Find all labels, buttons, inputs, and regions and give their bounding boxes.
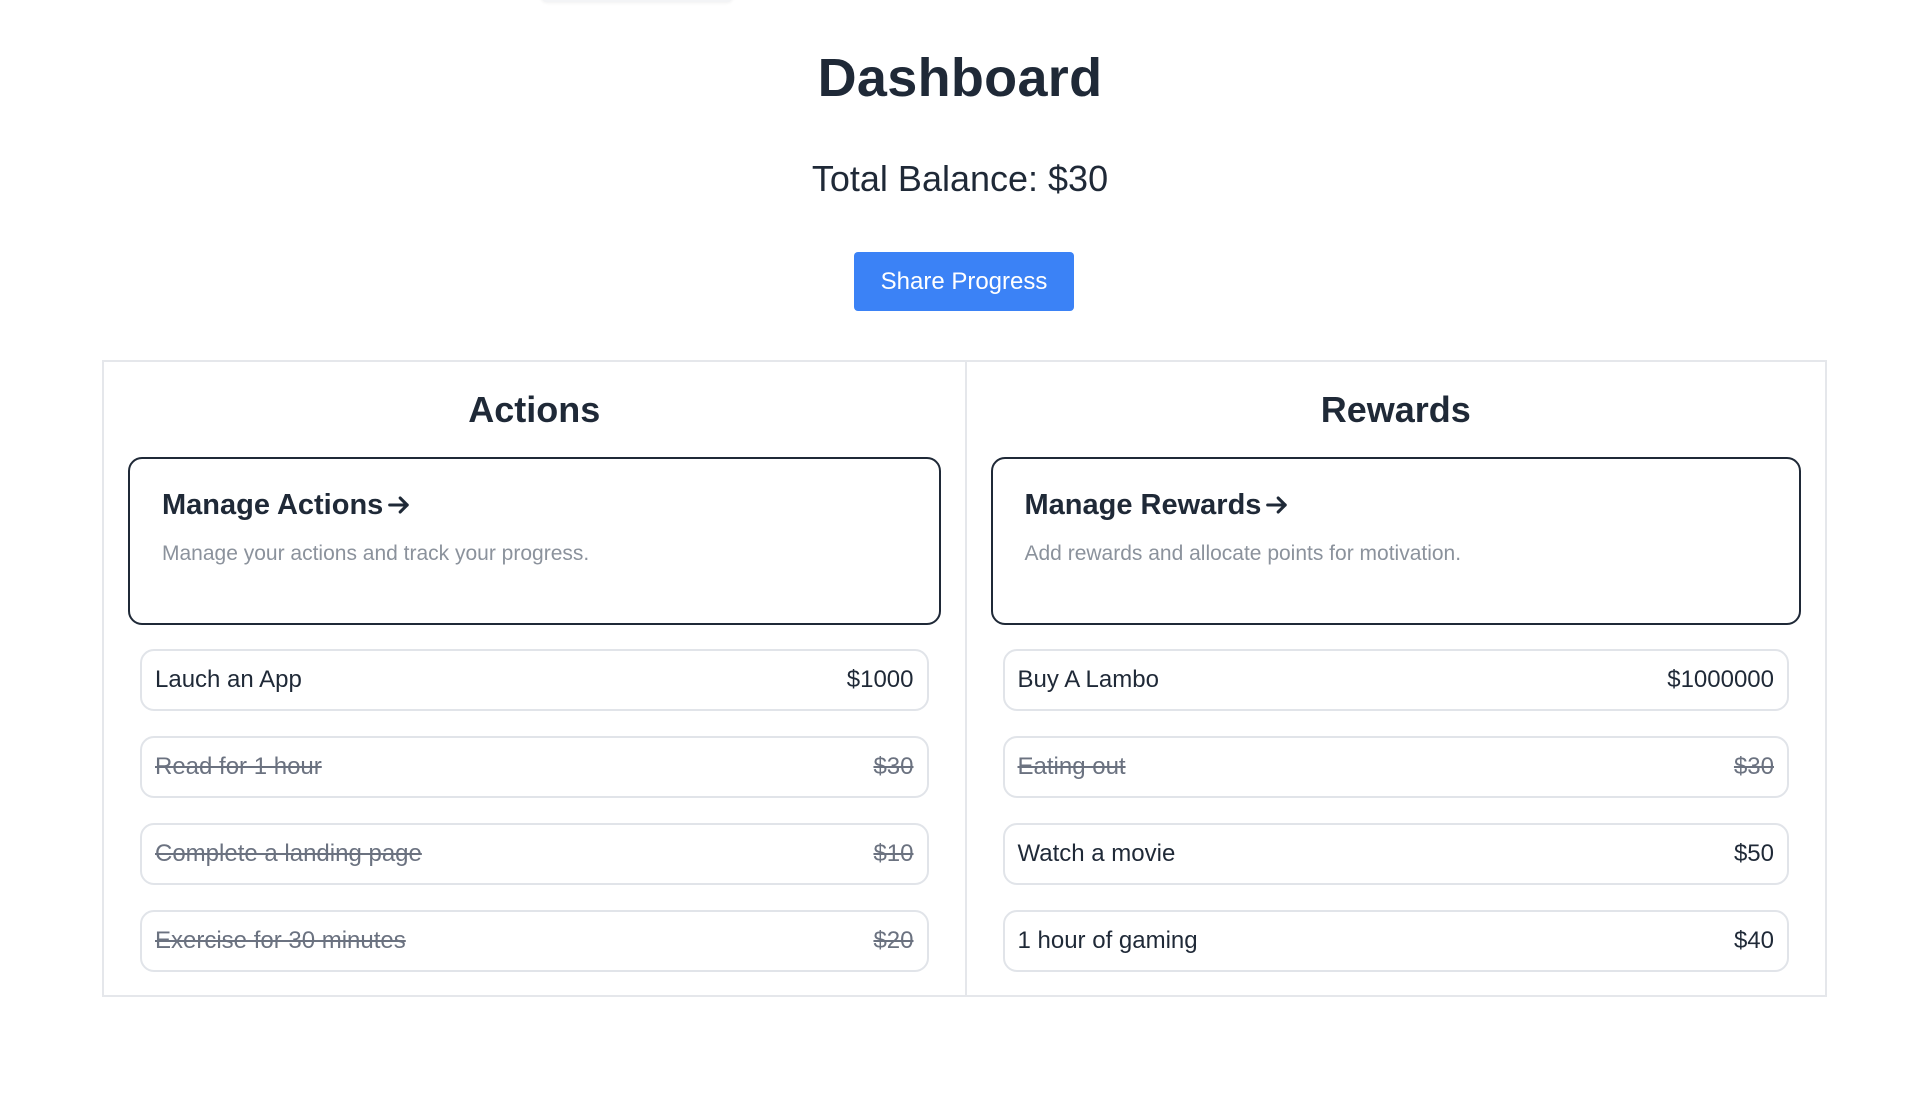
manage-actions-card[interactable]: Manage Actions Manage your actions and t… <box>128 457 941 625</box>
total-balance: Total Balance: $30 <box>811 158 1109 199</box>
reward-item-amount: $40 <box>1733 927 1774 954</box>
reward-item-amount: $1000000 <box>1667 666 1774 693</box>
action-item-amount: $20 <box>873 927 914 954</box>
action-item-name: Exercise for 30 minutes <box>155 927 406 954</box>
share-progress-button[interactable]: Share Progress <box>854 252 1074 311</box>
reward-item-name: Eating out <box>1017 753 1126 780</box>
action-item[interactable]: Lauch an App $1000 <box>140 649 929 711</box>
reward-item-name: Watch a movie <box>1017 840 1176 867</box>
action-item-amount: $30 <box>873 753 914 780</box>
arrow-right-icon <box>1266 496 1288 514</box>
panels-container: Actions Manage Actions Manage your actio… <box>102 360 1827 997</box>
actions-panel: Actions Manage Actions Manage your actio… <box>104 362 965 995</box>
arrow-right-icon <box>388 496 409 514</box>
reward-item[interactable]: Buy A Lambo $1000000 <box>1002 649 1789 711</box>
action-item[interactable]: Read for 1 hour $30 <box>140 736 929 798</box>
reward-item[interactable]: 1 hour of gaming $40 <box>1002 910 1789 972</box>
rewards-panel: Rewards Manage Rewards Add rewards and a… <box>964 362 1826 997</box>
reward-item-name: Buy A Lambo <box>1017 666 1159 693</box>
action-item-name: Complete a landing page <box>155 840 422 867</box>
reward-item[interactable]: Watch a movie $50 <box>1002 823 1789 885</box>
action-item-amount: $1000 <box>846 666 914 693</box>
manage-rewards-heading: Manage Rewards <box>1025 487 1768 523</box>
reward-item-amount: $50 <box>1733 840 1774 867</box>
action-item-name: Read for 1 hour <box>155 753 322 780</box>
reward-item-name: 1 hour of gaming <box>1017 927 1198 954</box>
actions-title: Actions <box>468 389 601 430</box>
manage-actions-heading: Manage Actions <box>162 487 907 523</box>
page-title: Dashboard <box>817 48 1103 108</box>
top-edge-element <box>541 0 733 2</box>
action-item[interactable]: Complete a landing page $10 <box>140 823 929 885</box>
manage-rewards-description: Add rewards and allocate points for moti… <box>1024 542 1462 565</box>
reward-item-amount: $30 <box>1733 753 1774 780</box>
rewards-title: Rewards <box>1320 389 1471 430</box>
manage-rewards-card[interactable]: Manage Rewards Add rewards and allocate … <box>990 457 1801 625</box>
manage-rewards-label: Manage Rewards <box>1024 489 1262 521</box>
rewards-list: Buy A Lambo $1000000 Eating out $30 Watc… <box>1002 649 1789 997</box>
actions-list: Lauch an App $1000 Read for 1 hour $30 C… <box>140 649 929 997</box>
manage-actions-description: Manage your actions and track your progr… <box>162 542 590 565</box>
reward-item[interactable]: Eating out $30 <box>1002 736 1789 798</box>
action-item[interactable]: Exercise for 30 minutes $20 <box>140 910 929 972</box>
action-item-amount: $10 <box>873 840 914 867</box>
manage-actions-label: Manage Actions <box>162 489 384 521</box>
action-item-name: Lauch an App <box>155 666 302 693</box>
